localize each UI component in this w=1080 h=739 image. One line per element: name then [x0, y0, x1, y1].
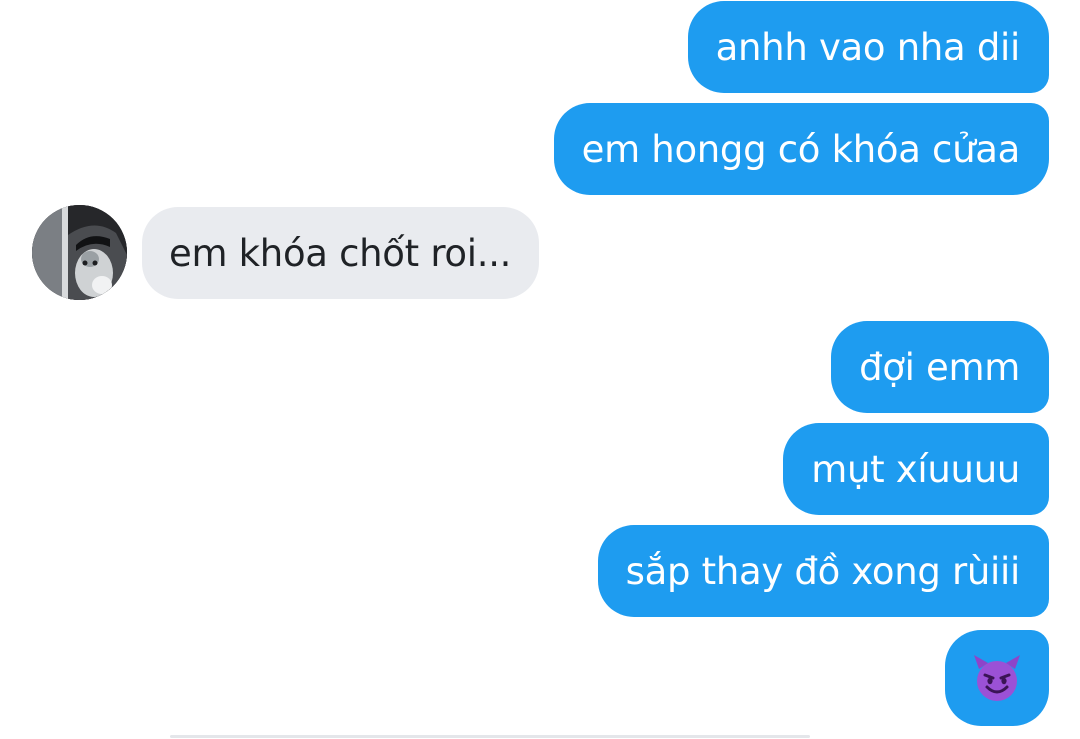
sent-message-bubble[interactable]: mụt xíuuuu	[783, 423, 1049, 515]
message-text: đợi emm	[859, 345, 1020, 389]
message-text: em hongg có khóa cửaa	[581, 127, 1021, 171]
message-text: em khóa chốt roi...	[169, 231, 512, 275]
message-text: mụt xíuuuu	[811, 447, 1020, 491]
sent-message-bubble[interactable]: sắp thay đồ xong rùiii	[597, 525, 1049, 617]
smiling-devil-icon	[974, 655, 1020, 701]
sent-message-bubble[interactable]: em hongg có khóa cửaa	[553, 103, 1049, 195]
contact-avatar[interactable]	[32, 205, 127, 300]
divider	[170, 735, 810, 738]
sent-message-bubble[interactable]: đợi emm	[831, 321, 1049, 413]
sent-message-bubble[interactable]: anhh vao nha dii	[687, 1, 1049, 93]
profile-photo-icon	[32, 205, 127, 300]
received-message-bubble[interactable]: em khóa chốt roi...	[142, 207, 540, 299]
message-text: anhh vao nha dii	[715, 25, 1021, 69]
message-text: sắp thay đồ xong rùiii	[625, 549, 1021, 593]
sent-emoji-bubble[interactable]: 😈	[945, 630, 1049, 726]
